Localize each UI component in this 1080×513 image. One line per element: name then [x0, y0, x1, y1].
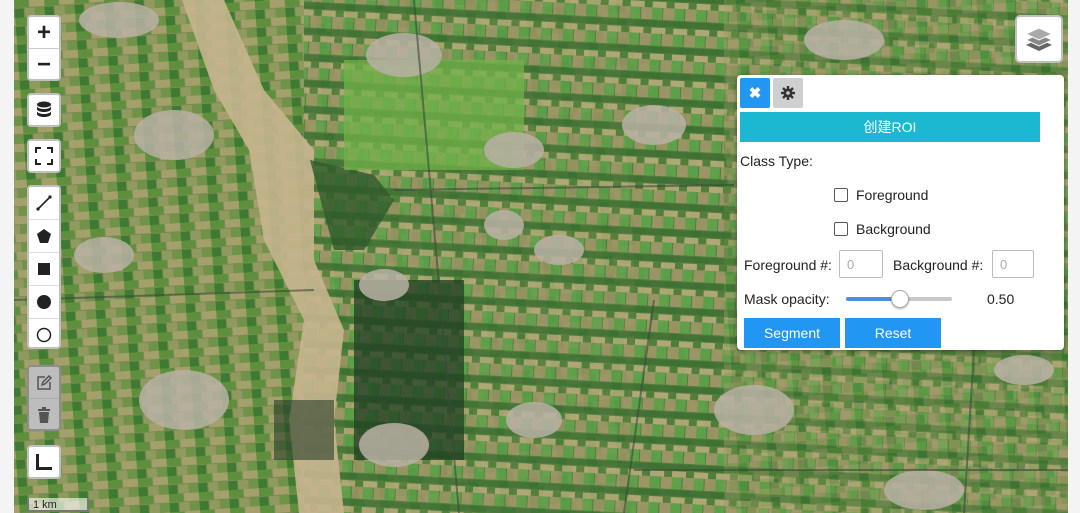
gear-icon [781, 86, 795, 100]
database-button[interactable] [27, 93, 61, 127]
close-button[interactable]: ✖ [740, 78, 770, 108]
foreground-checkbox[interactable] [834, 188, 848, 202]
class-type-label: Class Type: [740, 153, 813, 169]
background-count-input[interactable]: 0 [992, 250, 1034, 278]
draw-toolbar [27, 185, 61, 349]
settings-button[interactable] [773, 78, 803, 108]
mask-opacity-value: 0.50 [987, 291, 1015, 307]
foreground-count-input[interactable]: 0 [839, 250, 883, 278]
zoom-out-button[interactable]: − [29, 48, 59, 80]
background-checkbox[interactable] [834, 222, 848, 236]
foreground-count-label: Foreground #: [744, 257, 832, 273]
layers-button[interactable] [1015, 15, 1063, 63]
edit-icon [37, 374, 52, 390]
page-edge-left [0, 0, 14, 513]
background-count-label: Background #: [893, 257, 984, 273]
rectangle-icon [38, 263, 50, 275]
draw-circle-marker-button[interactable] [29, 285, 59, 318]
foreground-option: Foreground [834, 187, 928, 203]
polyline-icon [36, 195, 52, 211]
foreground-label: Foreground [856, 187, 929, 203]
measure-button[interactable] [27, 445, 61, 479]
map-scale: 1 km [27, 498, 89, 512]
edit-layers-button[interactable] [29, 367, 59, 398]
background-option: Background [834, 221, 931, 237]
create-roi-button[interactable]: 创建ROI [740, 112, 1040, 142]
database-icon [37, 101, 51, 117]
draw-circle-button[interactable] [29, 318, 59, 351]
circle-icon [36, 327, 52, 343]
mask-opacity-thumb[interactable] [891, 290, 909, 308]
page-edge-right [1068, 0, 1080, 513]
draw-rectangle-button[interactable] [29, 252, 59, 285]
edit-toolbar [27, 365, 61, 431]
delete-layers-button[interactable] [29, 398, 59, 430]
mask-opacity-label: Mask opacity: [744, 291, 830, 307]
layers-icon [1024, 27, 1054, 51]
circle-marker-icon [37, 295, 51, 309]
mask-opacity-slider[interactable] [846, 290, 952, 308]
measure-icon [36, 454, 52, 470]
fullscreen-icon [35, 147, 53, 165]
trash-icon [38, 406, 50, 423]
background-label: Background [856, 221, 931, 237]
polygon-icon [37, 229, 51, 243]
draw-polyline-button[interactable] [29, 187, 59, 219]
fullscreen-button[interactable] [27, 139, 61, 173]
reset-button[interactable]: Reset [845, 318, 941, 348]
draw-polygon-button[interactable] [29, 219, 59, 252]
segmentation-panel: ✖ 创建ROI Class Type: Foreground Backgroun… [737, 75, 1064, 350]
segment-button[interactable]: Segment [744, 318, 840, 348]
zoom-in-button[interactable]: + [29, 17, 59, 48]
zoom-control: + − [27, 15, 61, 81]
